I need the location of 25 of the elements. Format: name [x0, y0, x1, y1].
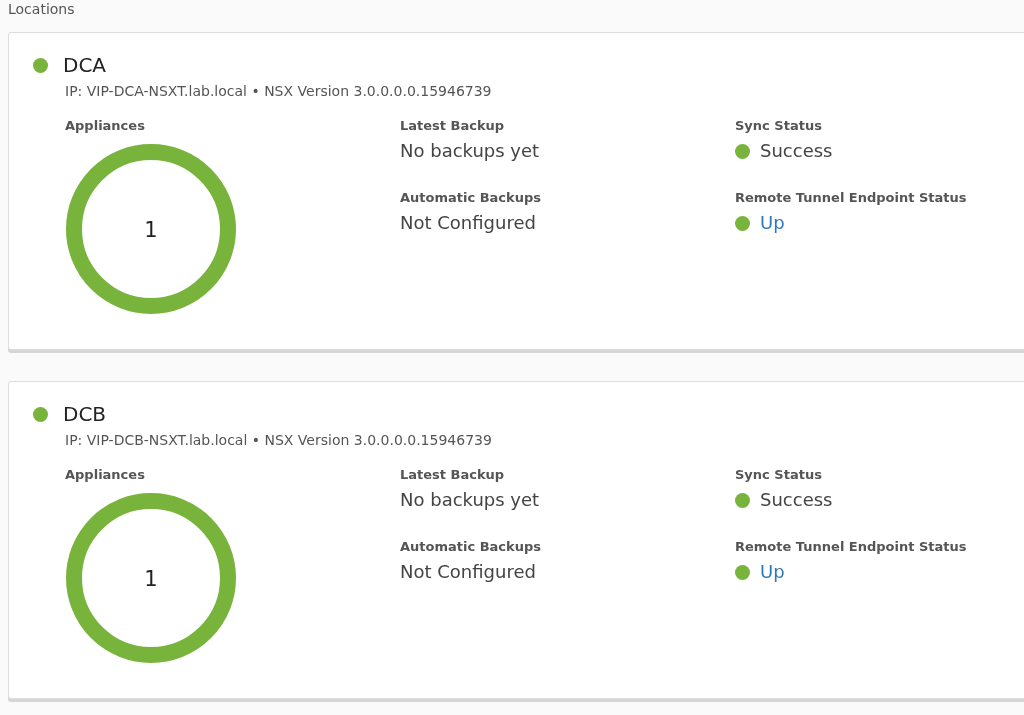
field-label: Remote Tunnel Endpoint Status [735, 189, 968, 207]
field-label: Sync Status [735, 117, 823, 135]
field-label: Automatic Backups [400, 189, 542, 207]
location-details: IP: VIP-DCB-NSXT.lab.local • NSX Version 3.0.0.0.0.15946739 [65, 432, 493, 448]
appliances-count: 1 [144, 567, 158, 591]
location-name: DCB [63, 402, 107, 426]
field-value: Not Configured [400, 560, 536, 584]
field-value: Not Configured [400, 211, 536, 235]
field-label: Latest Backup [400, 466, 506, 484]
status-value: Success [760, 139, 833, 163]
field-label: Latest Backup [400, 117, 506, 135]
page-title: Locations [7, 0, 76, 18]
status-link[interactable]: Up [760, 211, 785, 235]
appliances-label: Appliances [65, 117, 146, 135]
appliances-count: 1 [144, 218, 158, 242]
location-details: IP: VIP-DCA-NSXT.lab.local • NSX Version 3.0.0.0.0.15946739 [65, 83, 493, 99]
field-label: Sync Status [735, 466, 823, 484]
appliances-label: Appliances [65, 466, 146, 484]
field-label: Remote Tunnel Endpoint Status [735, 538, 968, 556]
field-value: No backups yet [400, 488, 540, 512]
location-name: DCA [63, 53, 107, 77]
status-link[interactable]: Up [760, 560, 785, 584]
status-value: Success [760, 488, 833, 512]
field-label: Automatic Backups [400, 538, 542, 556]
field-value: No backups yet [400, 139, 540, 163]
